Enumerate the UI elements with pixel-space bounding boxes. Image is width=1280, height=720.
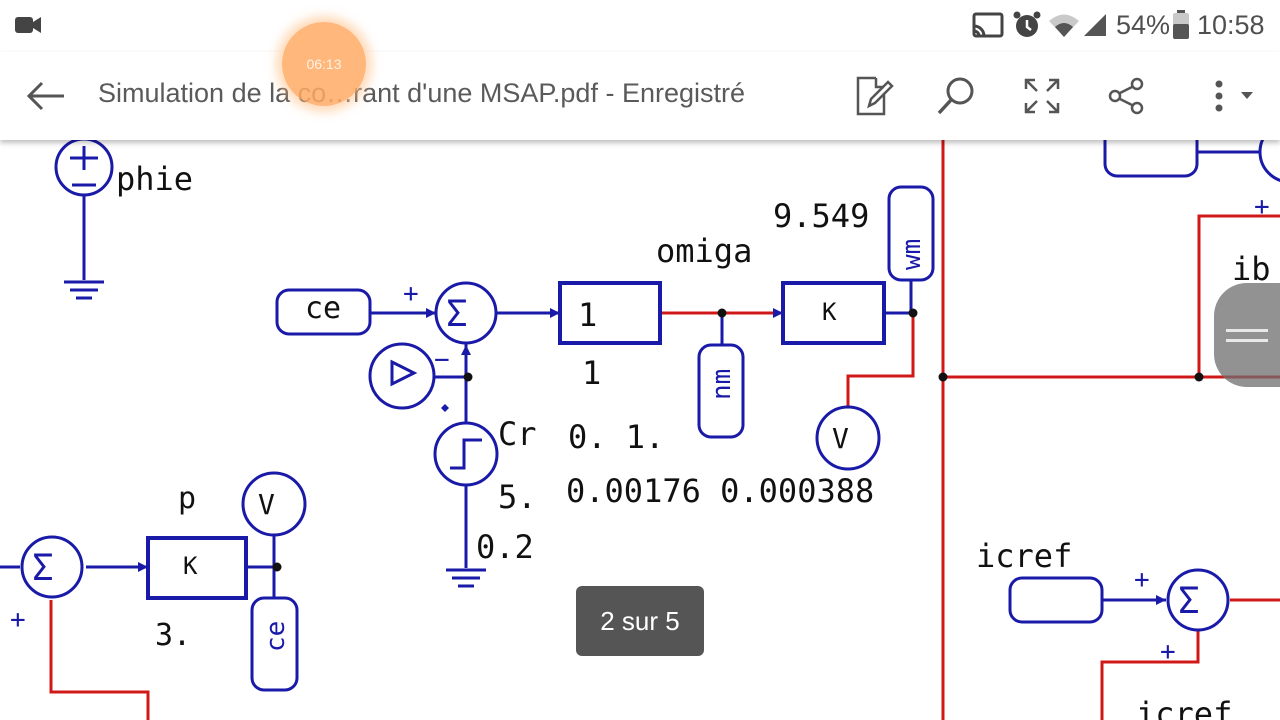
battery-percent: 54% bbox=[1116, 10, 1171, 40]
cr-label: Cr bbox=[498, 415, 537, 453]
five-label: 5. bbox=[498, 478, 537, 516]
sigma-symbol-3: Σ bbox=[1178, 581, 1200, 622]
app-toolbar: Simulation de la co…rant d'une MSAP.pdf … bbox=[0, 52, 1280, 140]
plus-sign-3: + bbox=[1254, 192, 1270, 222]
document-title: Simulation de la co…rant d'une MSAP.pdf … bbox=[98, 78, 745, 108]
icref-label: icref bbox=[976, 537, 1072, 575]
status-bar: 54% 10:58 bbox=[0, 0, 1280, 52]
probe-meter bbox=[368, 342, 436, 410]
signal-icon bbox=[1084, 14, 1106, 36]
plus-sign-4: + bbox=[1134, 565, 1150, 595]
ce-label: ce bbox=[305, 291, 341, 326]
plus-sign-5: + bbox=[1160, 637, 1176, 667]
back-button[interactable] bbox=[18, 68, 74, 124]
recording-indicator: 06:13 bbox=[282, 22, 366, 106]
edit-document-icon bbox=[856, 76, 894, 116]
blue-wires bbox=[0, 148, 1262, 602]
block-one-label: 1 bbox=[578, 296, 597, 334]
edit-button[interactable] bbox=[846, 68, 902, 124]
page-indicator: 2 sur 5 bbox=[576, 586, 704, 656]
step-source bbox=[433, 421, 499, 487]
block-one-param: 1 bbox=[582, 354, 601, 392]
three-label: 3. bbox=[155, 618, 191, 653]
gain-k-label-2: K bbox=[183, 552, 198, 580]
top-right-block bbox=[1103, 140, 1199, 178]
share-icon bbox=[1108, 77, 1144, 115]
voltmeter-2-label: V bbox=[258, 488, 275, 521]
icref-label-2: icref bbox=[1136, 695, 1232, 720]
omiga-label: omiga bbox=[656, 232, 752, 270]
nm-label: nm bbox=[707, 369, 737, 400]
plus-sign-2: + bbox=[10, 605, 26, 635]
video-camera-icon bbox=[15, 17, 41, 33]
alarm-icon bbox=[1013, 11, 1041, 37]
icref-input-block bbox=[1008, 576, 1104, 624]
minus-sign: − bbox=[434, 345, 450, 375]
voltmeter-label: V bbox=[832, 422, 849, 455]
more-options-icon bbox=[1215, 80, 1253, 112]
wm-label: wm bbox=[897, 239, 927, 270]
params-label: 0.00176 0.000388 bbox=[566, 472, 874, 510]
recording-timer: 06:13 bbox=[306, 56, 342, 72]
plus-sign: + bbox=[403, 279, 419, 309]
cast-icon bbox=[972, 12, 1004, 38]
search-icon bbox=[937, 77, 974, 115]
phie-label: phie bbox=[116, 160, 193, 198]
battery-icon bbox=[1173, 10, 1189, 39]
more-options-button[interactable] bbox=[1190, 68, 1260, 124]
fast-scroll-handle[interactable] bbox=[1214, 283, 1280, 387]
clock-time: 10:58 bbox=[1197, 10, 1265, 40]
sigma-symbol: Σ bbox=[446, 294, 468, 335]
transfer-block bbox=[558, 281, 662, 345]
share-button[interactable] bbox=[1099, 68, 1155, 124]
back-arrow-icon bbox=[26, 81, 64, 111]
wifi-icon bbox=[1049, 14, 1079, 37]
phie-source bbox=[54, 140, 114, 197]
gain-value: 9.549 bbox=[773, 197, 869, 235]
step-low-label: 0.2 bbox=[476, 528, 534, 566]
step-values: 0. 1. bbox=[568, 418, 664, 456]
fullscreen-icon bbox=[1024, 78, 1060, 114]
ce-meter-label: ce bbox=[261, 621, 291, 652]
gain-k-label: K bbox=[822, 298, 837, 326]
search-button[interactable] bbox=[928, 68, 984, 124]
fullscreen-button[interactable] bbox=[1014, 68, 1070, 124]
p-label: p bbox=[178, 481, 196, 516]
sigma-symbol-2: Σ bbox=[32, 548, 54, 589]
